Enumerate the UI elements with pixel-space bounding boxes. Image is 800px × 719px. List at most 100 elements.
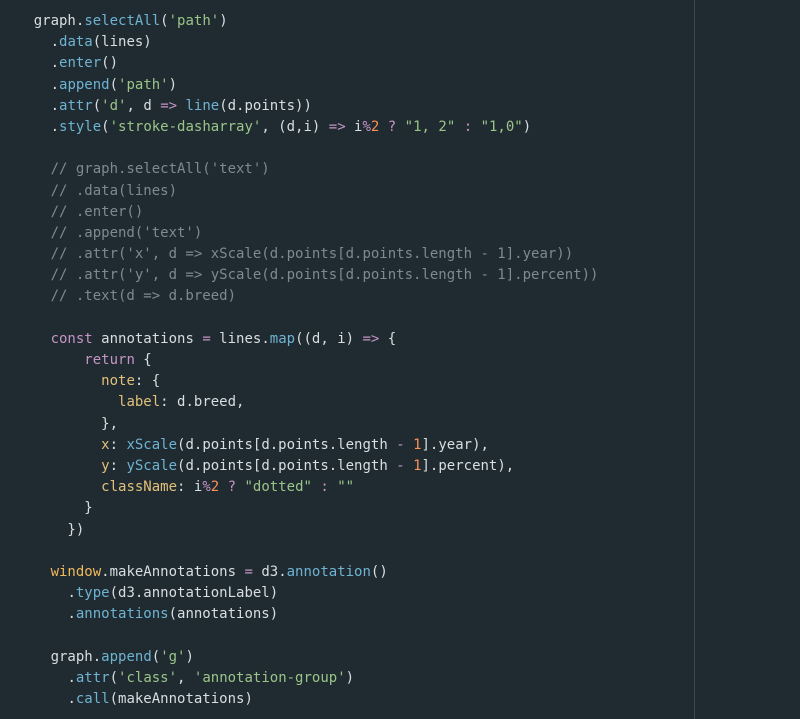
code-token: label [118,394,161,411]
code-token: (makeAnnotations) [109,691,253,707]
code-token: graph [33,13,76,29]
code-line[interactable]: .attr('class', 'annotation-group') [0,668,598,689]
code-line[interactable]: className: i%2 ? "dotted" : "" [0,477,598,498]
code-line[interactable]: .attr('d', d => line(d.points)) [0,96,598,117]
code-token: . [67,606,76,623]
code-token: ? [387,118,397,135]
code-token: . [101,563,110,580]
code-line[interactable]: .data(lines) [0,32,598,53]
code-line[interactable]: // graph.selectAll('text') [0,159,598,180]
code-token: 'path' [168,13,220,29]
code-line[interactable]: return { [0,350,598,371]
code-token: 1 [413,457,422,474]
code-line[interactable]: } [0,498,598,519]
code-token: : [320,479,329,496]
code-token: annotation [286,563,371,580]
code-line[interactable]: .style('stroke-dasharray', (d,i) => i%2 … [0,117,598,138]
code-token: xScale [126,436,178,453]
code-line[interactable]: .type(d3.annotationLabel) [0,583,598,604]
code-token: annotations [92,330,203,347]
code-line[interactable]: y: yScale(d.points[d.points.length - 1].… [0,456,598,477]
code-token: (annotations) [168,606,279,623]
code-line[interactable] [0,308,598,329]
code-token: 2 [210,479,220,496]
code-token: // .attr('x', d => xScale(d.points[d.poi… [33,246,574,263]
code-line[interactable]: note: { [0,371,598,392]
code-token: type [75,585,110,602]
code-token: // .data(lines) [33,182,178,199]
code-token: "1,0" [480,118,523,135]
code-token: . [50,55,60,72]
code-token: 'path' [118,76,169,93]
code-token: // graph.selectAll('text') [33,161,270,178]
code-line[interactable]: // .enter() [0,202,598,223]
code-token: ( [160,13,169,29]
code-line[interactable]: // .text(d => d.breed) [0,286,598,307]
code-token: attr [59,97,93,114]
code-line[interactable] [0,541,598,562]
code-token: : [463,118,473,135]
code-token: window [50,563,102,580]
code-line[interactable]: // .attr('y', d => yScale(d.points[d.poi… [0,265,599,286]
code-token: "1, 2" [404,118,456,135]
code-token: 1 [413,436,422,453]
code-token: return [84,352,135,368]
code-token: map [269,330,296,347]
code-token: "dotted" [244,479,312,496]
code-line[interactable]: // .append('text') [0,223,598,244]
code-token: ( [151,648,161,665]
code-line[interactable]: // .data(lines) [0,181,598,202]
code-token: }) [33,521,85,538]
code-token: ? [227,479,237,496]
code-token: 'annotation-group' [193,669,346,686]
code-line[interactable]: x: xScale(d.points[d.points.length - 1].… [0,435,598,456]
code-token: d3. [252,563,287,580]
code-line[interactable]: label: d.breed, [0,392,598,413]
code-token: line [185,97,220,114]
code-line[interactable]: const annotations = lines.map((d, i) => … [0,329,598,350]
code-content[interactable]: graph.selectAll('path') .data(lines) .en… [0,11,599,710]
code-line[interactable]: // .attr('x', d => xScale(d.points[d.poi… [0,244,598,265]
code-token: . [92,648,102,665]
code-line[interactable]: .annotations(annotations) [0,604,598,625]
code-line[interactable]: graph.selectAll('path') [0,11,598,32]
code-token: { [379,330,397,347]
code-line[interactable] [0,138,598,159]
code-line[interactable]: }, [0,414,598,435]
code-token: (d.points)) [219,97,312,114]
code-token: (lines) [92,34,152,51]
code-token: : [109,457,127,474]
code-token: selectAll [84,13,161,29]
code-line[interactable] [0,625,598,646]
code-token: (d3.annotationLabel) [109,585,279,602]
code-line[interactable]: window.makeAnnotations = d3.annotation() [0,562,598,583]
code-token: : i [177,479,203,496]
code-token: "" [337,479,355,496]
code-line[interactable]: .call(makeAnnotations) [0,689,598,710]
code-line[interactable]: .enter() [0,53,598,74]
code-token: . [67,691,76,707]
code-token: graph [33,648,93,665]
code-line[interactable]: }) [0,520,598,541]
code-token: = [244,563,253,580]
code-token: - [396,436,405,453]
code-token: // .append('text') [33,224,203,241]
code-token: data [59,34,93,51]
code-line[interactable]: .append('path') [0,75,598,96]
code-token: call [75,691,110,707]
code-line[interactable]: graph.append('g') [0,647,598,668]
code-editor[interactable]: graph.selectAll('path') .data(lines) .en… [0,0,800,719]
code-token: => [328,118,346,135]
code-token: attr [75,669,110,686]
code-token: lines. [210,330,270,347]
